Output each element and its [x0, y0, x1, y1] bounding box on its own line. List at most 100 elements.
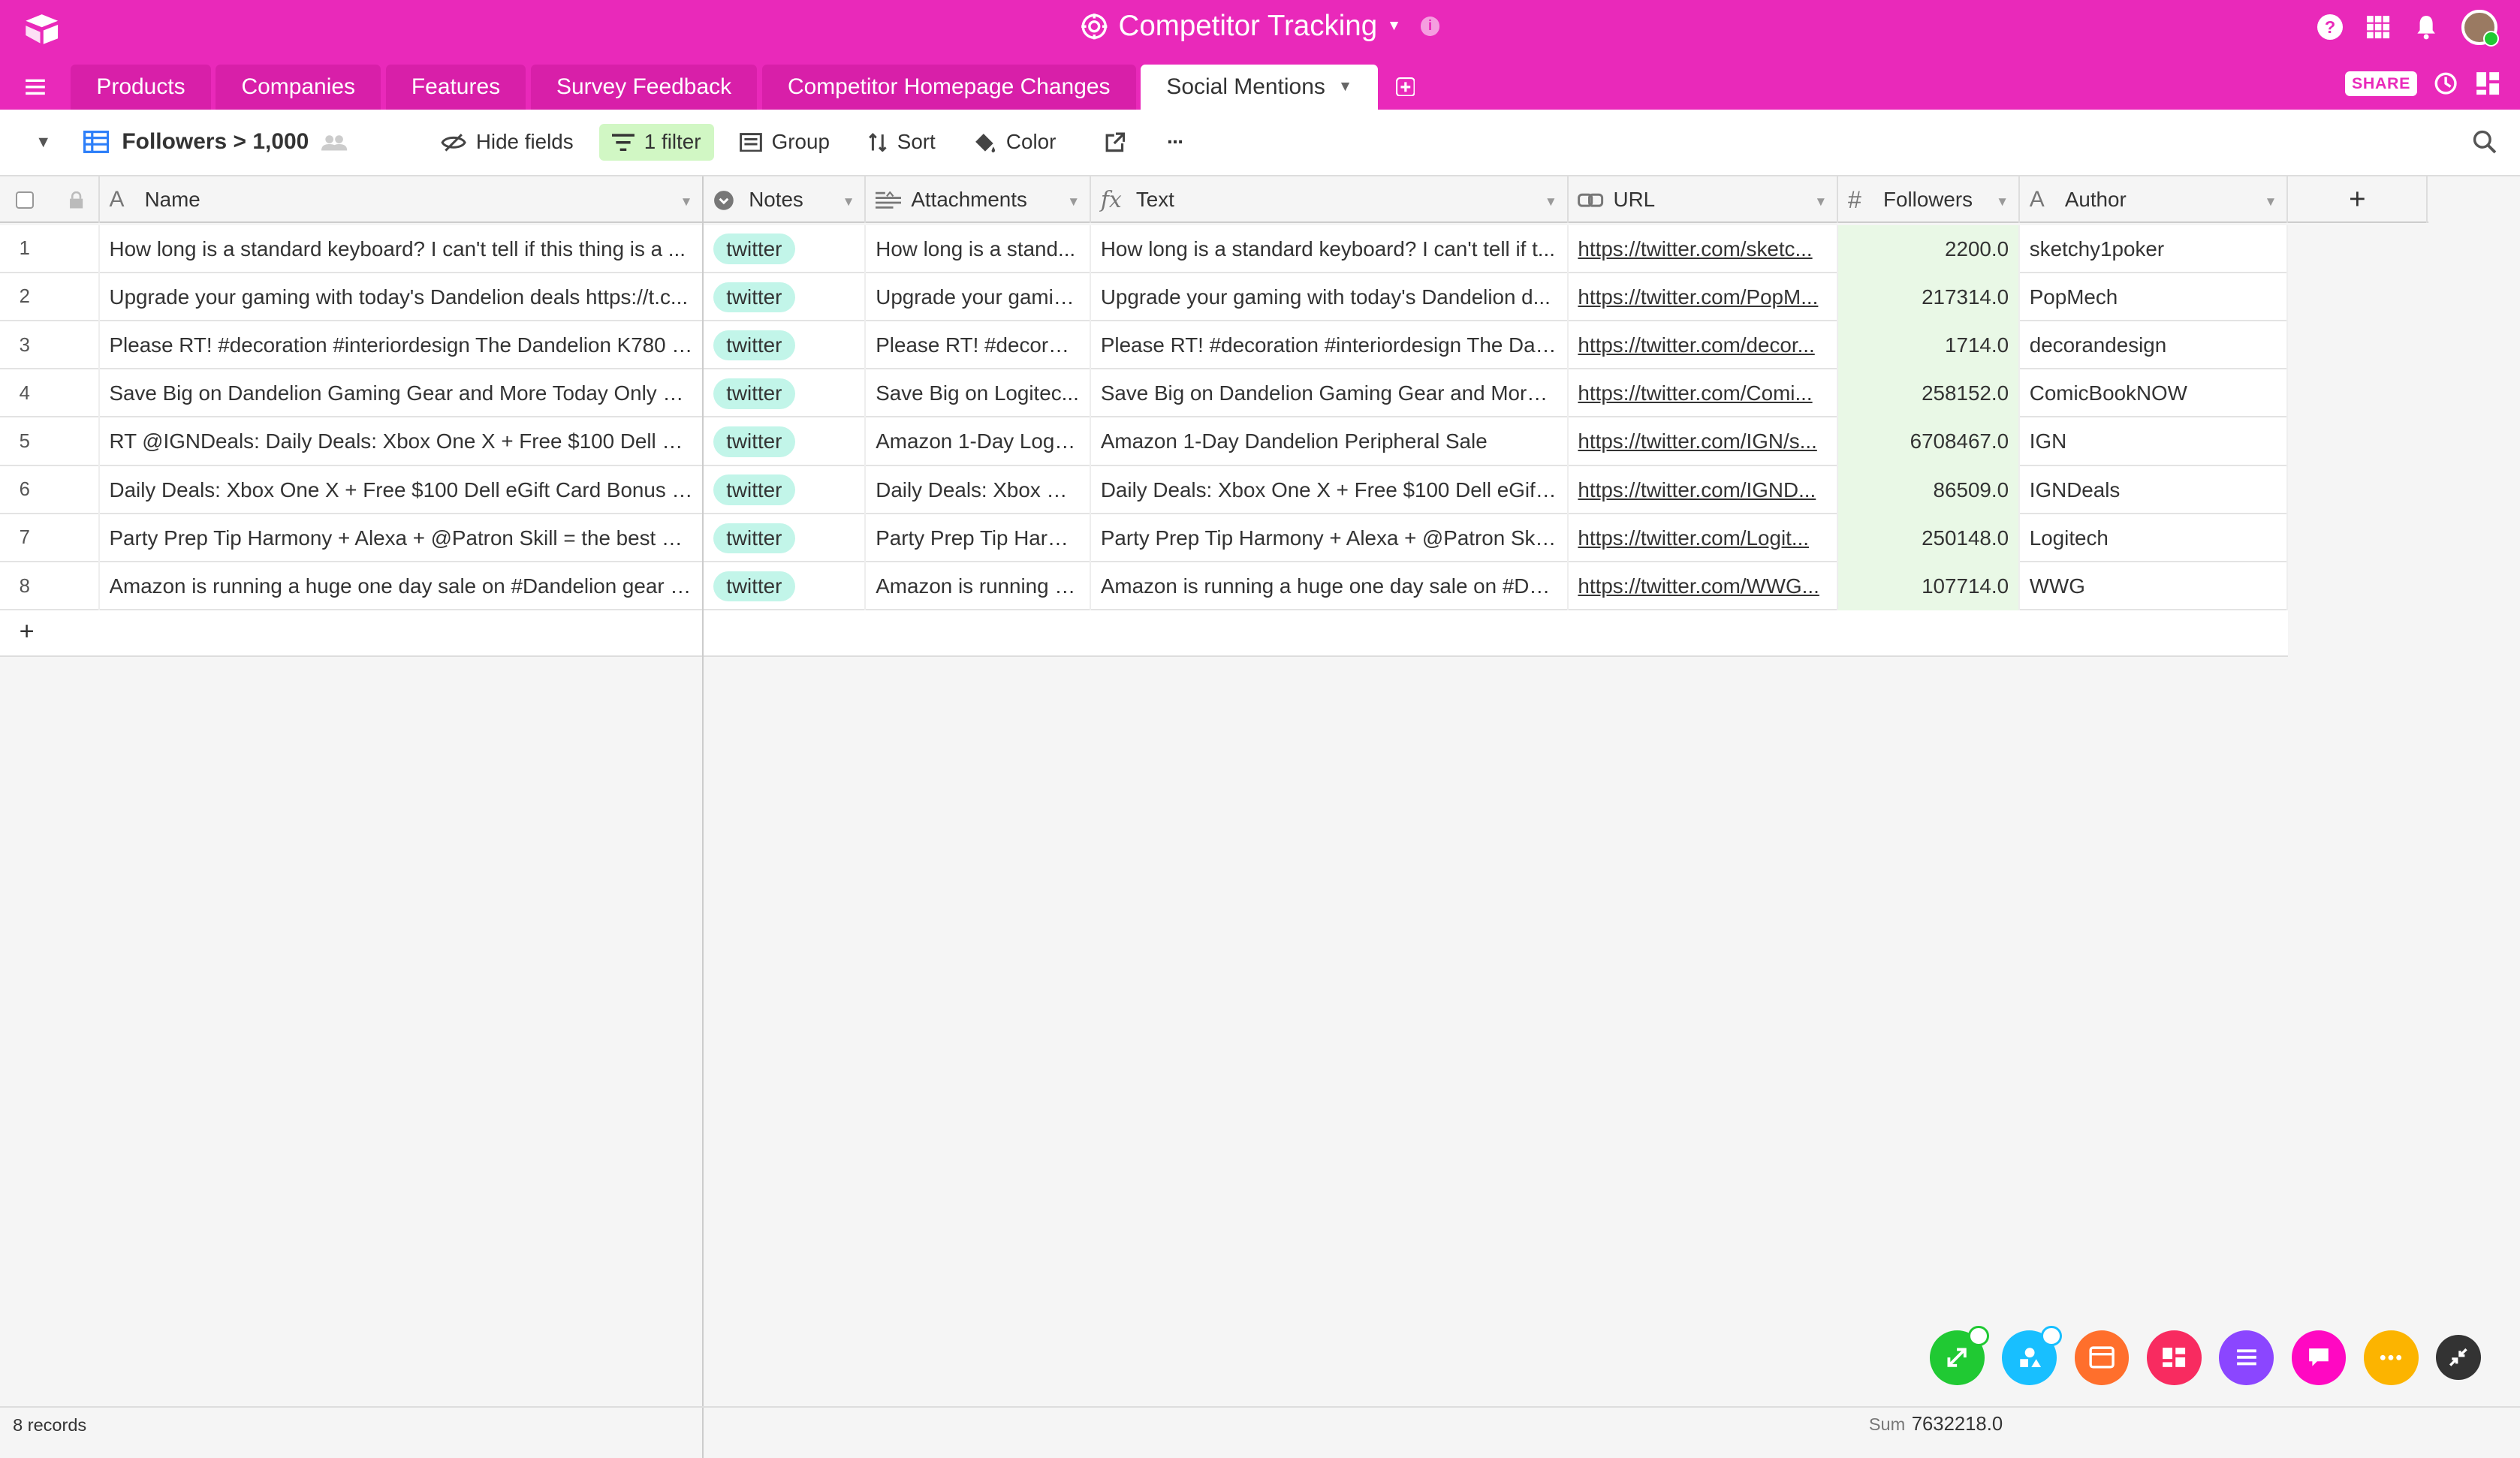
cell-text[interactable]: Amazon 1-Day Dandelion Peripheral Sale: [1091, 417, 1569, 466]
column-dropdown-icon[interactable]: ▼: [2265, 194, 2277, 209]
table-row[interactable]: 8 Amazon is running a huge one day sale o…: [0, 562, 2289, 611]
base-title-dropdown-icon[interactable]: ▼: [1387, 18, 1401, 35]
base-title[interactable]: Competitor Tracking: [1119, 10, 1378, 43]
url-link[interactable]: https://twitter.com/IGND...: [1578, 478, 1816, 502]
cell-text[interactable]: Save Big on Dandelion Gaming Gear and Mo…: [1091, 369, 1569, 418]
search-icon[interactable]: [2473, 130, 2497, 154]
cell-attachments[interactable]: Amazon is running a...: [866, 562, 1092, 611]
blocks-icon[interactable]: [2002, 1325, 2062, 1385]
cell-notes[interactable]: twitter: [704, 273, 867, 321]
cell-attachments[interactable]: How long is a stand...: [866, 224, 1092, 273]
cell-author[interactable]: decorandesign: [2020, 321, 2289, 370]
cell-url[interactable]: https://twitter.com/sketc...: [1569, 224, 1839, 273]
collaborators-icon[interactable]: [321, 133, 348, 152]
group-button[interactable]: Group: [727, 124, 843, 161]
cell-followers[interactable]: 6708467.0: [1838, 417, 2020, 466]
url-link[interactable]: https://twitter.com/PopM...: [1578, 285, 1818, 309]
cell-author[interactable]: IGN: [2020, 417, 2289, 466]
column-header-followers[interactable]: # Followers ▼: [1838, 176, 2020, 224]
cell-followers[interactable]: 2200.0: [1838, 224, 2020, 273]
cell-url[interactable]: https://twitter.com/IGND...: [1569, 465, 1839, 514]
cell-notes[interactable]: twitter: [704, 417, 867, 466]
notifications-bell-icon[interactable]: [2413, 14, 2439, 40]
frozen-column-divider[interactable]: [702, 176, 704, 1457]
cell-name[interactable]: RT @IGNDeals: Daily Deals: Xbox One X + …: [100, 417, 704, 466]
sort-button[interactable]: Sort: [855, 124, 948, 161]
blocks-panel-icon[interactable]: [2475, 71, 2500, 96]
cell-attachments[interactable]: Save Big on Logitec...: [866, 369, 1092, 418]
cell-attachments[interactable]: Daily Deals: Xbox O...: [866, 465, 1092, 514]
cell-notes[interactable]: twitter: [704, 562, 867, 611]
column-dropdown-icon[interactable]: ▼: [1814, 194, 1827, 209]
cell-url[interactable]: https://twitter.com/PopM...: [1569, 273, 1839, 321]
cell-notes[interactable]: twitter: [704, 465, 867, 514]
table-row[interactable]: 1 How long is a standard keyboard? I can'…: [0, 224, 2289, 273]
color-button[interactable]: Color: [961, 124, 1069, 161]
column-dropdown-icon[interactable]: ▼: [843, 194, 855, 209]
select-all-checkbox[interactable]: [16, 191, 34, 209]
cell-author[interactable]: IGNDeals: [2020, 465, 2289, 514]
cell-attachments[interactable]: Please RT! #decorat...: [866, 321, 1092, 370]
url-link[interactable]: https://twitter.com/Comi...: [1578, 381, 1812, 405]
cell-attachments[interactable]: Amazon 1-Day Logit...: [866, 417, 1092, 466]
share-button[interactable]: SHARE: [2345, 71, 2417, 97]
cell-name[interactable]: How long is a standard keyboard? I can't…: [100, 224, 704, 273]
cell-url[interactable]: https://twitter.com/IGN/s...: [1569, 417, 1839, 466]
url-link[interactable]: https://twitter.com/IGN/s...: [1578, 429, 1816, 453]
cell-name[interactable]: Upgrade your gaming with today's Dandeli…: [100, 273, 704, 321]
table-row[interactable]: 6 Daily Deals: Xbox One X + Free $100 Del…: [0, 465, 2289, 514]
cell-author[interactable]: PopMech: [2020, 273, 2289, 321]
tab-survey-feedback[interactable]: Survey Feedback: [530, 64, 758, 110]
cell-text[interactable]: Please RT! #decoration #interiordesign T…: [1091, 321, 1569, 370]
add-table-icon[interactable]: [1383, 65, 1428, 110]
column-header-name[interactable]: A Name ▼: [100, 176, 704, 224]
cell-author[interactable]: ComicBookNOW: [2020, 369, 2289, 418]
cell-followers[interactable]: 1714.0: [1838, 321, 2020, 370]
hide-fields-button[interactable]: Hide fields: [428, 124, 586, 161]
history-icon[interactable]: [2433, 71, 2458, 96]
more-icon[interactable]: [2363, 1330, 2419, 1385]
column-header-attachments[interactable]: Attachments ▼: [866, 176, 1092, 224]
column-header-author[interactable]: A Author ▼: [2020, 176, 2289, 224]
filter-button[interactable]: 1 filter: [598, 123, 714, 161]
table-row[interactable]: 3 Please RT! #decoration #interiordesign …: [0, 321, 2289, 370]
user-avatar[interactable]: [2461, 9, 2499, 47]
cell-url[interactable]: https://twitter.com/Logit...: [1569, 514, 1839, 562]
table-row[interactable]: 5 RT @IGNDeals: Daily Deals: Xbox One X +…: [0, 417, 2289, 466]
add-record-row[interactable]: +: [0, 610, 2289, 658]
cell-notes[interactable]: twitter: [704, 369, 867, 418]
table-row[interactable]: 2 Upgrade your gaming with today's Dandel…: [0, 273, 2289, 321]
more-options-button[interactable]: ···: [1154, 124, 1196, 161]
cell-followers[interactable]: 258152.0: [1838, 369, 2020, 418]
cell-text[interactable]: Party Prep Tip Harmony + Alexa + @Patron…: [1091, 514, 1569, 562]
collapse-icon[interactable]: [2436, 1335, 2481, 1381]
add-record-icon[interactable]: +: [20, 617, 35, 646]
cell-followers[interactable]: 86509.0: [1838, 465, 2020, 514]
url-link[interactable]: https://twitter.com/sketc...: [1578, 237, 1812, 261]
apps-grid-icon[interactable]: [2365, 14, 2391, 40]
url-link[interactable]: https://twitter.com/WWG...: [1578, 574, 1819, 598]
cell-name[interactable]: Party Prep Tip Harmony + Alexa + @Patron…: [100, 514, 704, 562]
cell-author[interactable]: Logitech: [2020, 514, 2289, 562]
cell-text[interactable]: Daily Deals: Xbox One X + Free $100 Dell…: [1091, 465, 1569, 514]
cell-url[interactable]: https://twitter.com/Comi...: [1569, 369, 1839, 418]
cell-attachments[interactable]: Party Prep Tip Harm...: [866, 514, 1092, 562]
cell-url[interactable]: https://twitter.com/decor...: [1569, 321, 1839, 370]
cell-attachments[interactable]: Upgrade your gamin...: [866, 273, 1092, 321]
tab-competitor-homepage-changes[interactable]: Competitor Homepage Changes: [761, 64, 1136, 110]
cell-author[interactable]: WWG: [2020, 562, 2289, 611]
image-icon[interactable]: [2074, 1330, 2130, 1385]
url-link[interactable]: https://twitter.com/Logit...: [1578, 526, 1809, 550]
table-row[interactable]: 7 Party Prep Tip Harmony + Alexa + @Patro…: [0, 514, 2289, 562]
cell-notes[interactable]: twitter: [704, 224, 867, 273]
cell-text[interactable]: How long is a standard keyboard? I can't…: [1091, 224, 1569, 273]
help-icon[interactable]: ?: [2317, 14, 2344, 41]
list-icon[interactable]: [2219, 1330, 2274, 1385]
column-dropdown-icon[interactable]: ▼: [1067, 194, 1080, 209]
cell-notes[interactable]: twitter: [704, 514, 867, 562]
info-icon[interactable]: i: [1420, 16, 1440, 36]
expand-arrows-icon[interactable]: [1930, 1325, 1990, 1385]
column-header-text[interactable]: fx Text ▼: [1091, 176, 1569, 224]
cell-notes[interactable]: twitter: [704, 321, 867, 370]
cell-name[interactable]: Daily Deals: Xbox One X + Free $100 Dell…: [100, 465, 704, 514]
